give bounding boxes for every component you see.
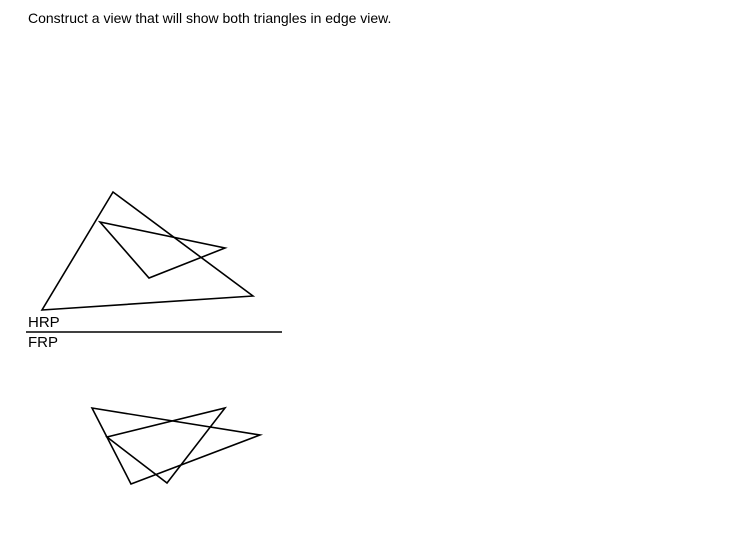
- top-triangle-large: [42, 192, 253, 310]
- frp-label: FRP: [28, 334, 58, 351]
- diagram-canvas: [0, 0, 733, 533]
- hrp-label: HRP: [28, 314, 60, 331]
- top-triangle-small: [100, 222, 225, 278]
